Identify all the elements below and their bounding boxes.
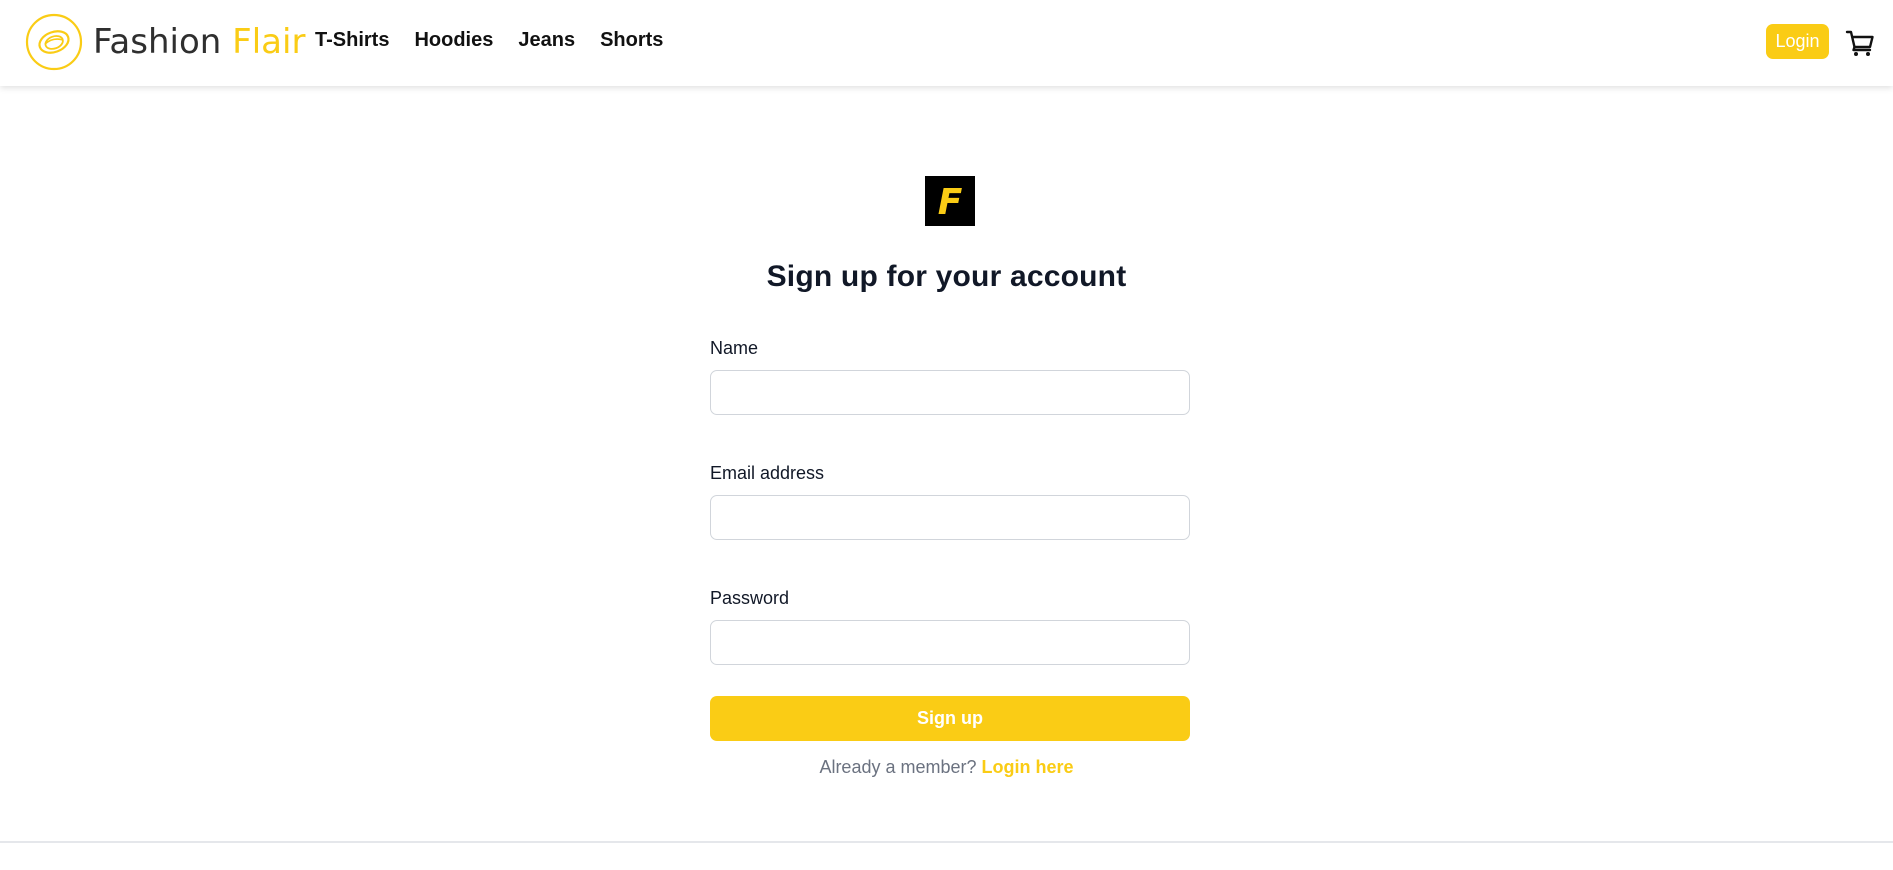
signup-page: F Sign up for your account Name Email ad…	[0, 86, 1893, 842]
site-header: Fashion Flair T-Shirts Hoodies Jeans Sho…	[0, 0, 1893, 86]
cart-icon[interactable]	[1845, 28, 1875, 58]
login-here-link[interactable]: Login here	[982, 757, 1074, 777]
header-login-button[interactable]: Login	[1766, 24, 1829, 59]
page-title: Sign up for your account	[766, 260, 1127, 293]
email-label: Email address	[710, 463, 825, 483]
name-field-group: Name	[710, 336, 1190, 415]
password-input[interactable]	[710, 620, 1190, 665]
f-letter-logo-icon: F	[938, 182, 963, 223]
nav-link-t-shirts[interactable]: T-Shirts	[315, 29, 389, 52]
password-label: Password	[710, 588, 790, 608]
brand-name-part1: Fashion	[93, 22, 222, 62]
nav-link-hoodies[interactable]: Hoodies	[414, 29, 493, 52]
main-nav: T-Shirts Hoodies Jeans Shorts	[315, 29, 663, 52]
brand-link[interactable]: Fashion Flair	[25, 13, 305, 71]
logo-letter: F	[938, 182, 963, 223]
password-field-group: Password	[710, 586, 1190, 665]
brand-name: Fashion Flair	[93, 22, 305, 62]
email-field-group: Email address	[710, 461, 1190, 540]
ring-logo-icon	[25, 13, 83, 71]
nav-link-shorts[interactable]: Shorts	[600, 29, 663, 52]
member-prompt-text: Already a member?	[819, 757, 977, 777]
signup-form: Name Email address Password Sign up	[710, 336, 1190, 741]
footer-divider	[0, 841, 1893, 843]
sign-up-button[interactable]: Sign up	[710, 696, 1190, 741]
site-logo: F	[925, 176, 975, 226]
nav-link-jeans[interactable]: Jeans	[518, 29, 575, 52]
name-input[interactable]	[710, 370, 1190, 415]
login-prompt: Already a member? Login here	[0, 757, 1893, 778]
email-input[interactable]	[710, 495, 1190, 540]
brand-name-part2: Flair	[232, 22, 306, 62]
name-label: Name	[710, 338, 759, 358]
